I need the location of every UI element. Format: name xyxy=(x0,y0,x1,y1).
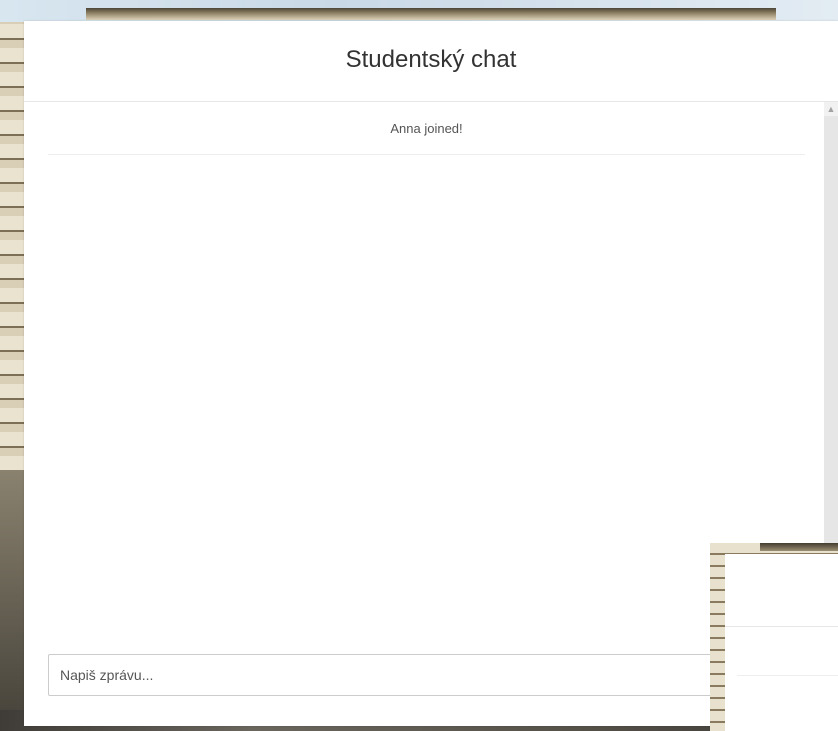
background-beam xyxy=(86,8,776,20)
chat-title: Studentský chat xyxy=(345,46,517,73)
second-window-beam xyxy=(760,543,838,551)
scroll-up-arrow-icon[interactable]: ▲ xyxy=(824,102,838,116)
second-chat-window xyxy=(710,543,838,731)
second-chat-panel xyxy=(725,554,838,731)
message-input-container xyxy=(48,654,738,696)
second-chat-divider xyxy=(737,675,838,676)
second-chat-header xyxy=(725,554,838,627)
scrollbar-track[interactable] xyxy=(824,116,838,562)
background-statue xyxy=(0,470,24,710)
message-list: Anna joined! xyxy=(48,102,805,642)
chat-header: Studentský chat xyxy=(24,21,838,102)
system-message: Anna joined! xyxy=(48,102,805,155)
message-list-scrollbar[interactable]: ▲ xyxy=(824,102,838,562)
message-input[interactable] xyxy=(48,654,738,696)
